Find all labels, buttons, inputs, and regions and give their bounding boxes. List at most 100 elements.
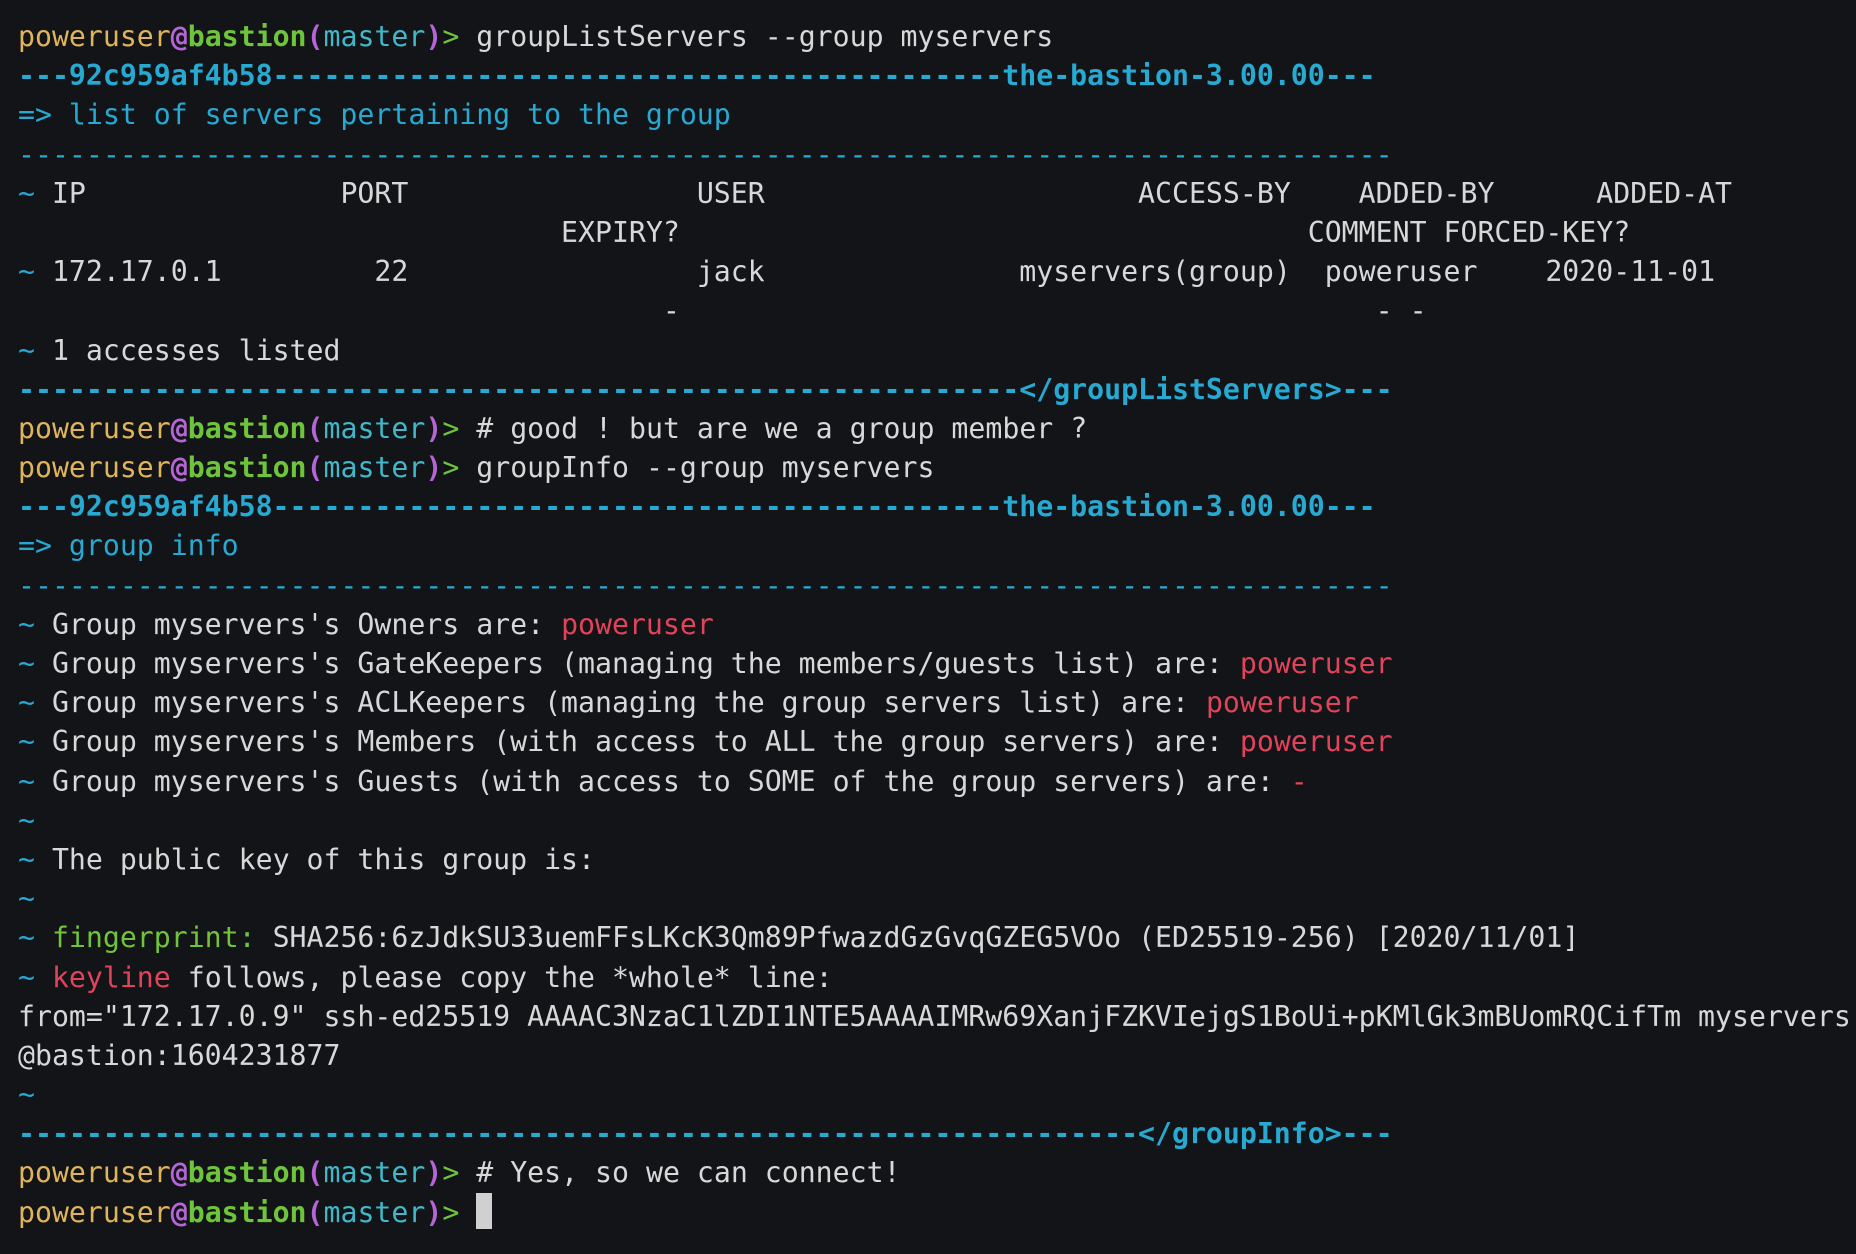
terminal-text: EXPIRY? COMMENT FORCED-KEY? (18, 215, 1631, 249)
terminal-line: - - - (18, 291, 1856, 330)
terminal-line: @bastion:1604231877 (18, 1036, 1856, 1075)
terminal-line: ~ Group myservers's ACLKeepers (managing… (18, 683, 1856, 722)
terminal-line: ----------------------------------------… (18, 135, 1856, 174)
terminal-text: master (323, 411, 426, 445)
terminal-text: bastion (187, 1156, 307, 1190)
terminal-text: bastion (187, 451, 307, 485)
terminal-text: @ (170, 1195, 188, 1229)
terminal-text: groupInfo --group myservers (476, 451, 935, 485)
terminal-text: Group myservers's ACLKeepers (managing t… (51, 686, 1206, 720)
terminal-line: ~ IP PORT USER ACCESS-BY ADDED-BY ADDED-… (18, 174, 1856, 213)
terminal-line: ----------------------------------------… (18, 1114, 1856, 1153)
terminal-text: ~ (18, 921, 52, 955)
terminal-text: ~ (18, 960, 52, 994)
terminal-text: poweruser (18, 411, 171, 445)
terminal-line: ~ keyline follows, please copy the *whol… (18, 958, 1856, 997)
terminal-line: => list of servers pertaining to the gro… (18, 95, 1856, 134)
terminal-text: ) (425, 20, 443, 53)
terminal-text: Group myservers's Owners are: (51, 607, 562, 641)
terminal-text: ----------------------------------------… (18, 372, 1393, 406)
terminal-text: > (442, 411, 477, 445)
terminal-line: ~ 172.17.0.1 22 jack myservers(group) po… (18, 252, 1856, 291)
terminal-text: groupListServers --group myservers (476, 20, 1054, 53)
terminal-text: master (323, 1195, 426, 1229)
terminal-text: ----------------------------------------… (18, 568, 1393, 602)
terminal-line: ----------------------------------------… (18, 370, 1856, 409)
terminal-line: ~ (18, 1075, 1856, 1114)
terminal-line: ~ 1 accesses listed (18, 331, 1856, 370)
terminal-text: ----------------------------------------… (18, 1117, 1393, 1151)
terminal-text: follows, please copy the *whole* line: (170, 960, 833, 994)
terminal-text: @bastion:1604231877 (18, 1038, 341, 1072)
terminal-text: ~ (18, 333, 52, 367)
terminal-line: ~ Group myservers's Guests (with access … (18, 762, 1856, 801)
terminal-text: ~ (18, 803, 35, 837)
terminal-text: Group myservers's GateKeepers (managing … (51, 647, 1240, 680)
terminal-text: > (442, 1156, 477, 1190)
terminal-text: => list of servers pertaining to the gro… (18, 98, 731, 132)
terminal-text: ~ (18, 176, 52, 210)
terminal-text: > (442, 451, 477, 485)
terminal-text: ( (306, 411, 324, 445)
terminal-text: @ (170, 411, 188, 445)
terminal-text: - - - (18, 294, 1427, 328)
terminal-line: poweruser@bastion(master)> groupListServ… (18, 17, 1856, 56)
terminal-text: ( (306, 451, 324, 485)
terminal-text: poweruser (1239, 725, 1393, 759)
terminal-text: ~ (18, 686, 52, 720)
terminal-text: master (323, 451, 426, 485)
text-cursor[interactable] (476, 1192, 493, 1229)
terminal-line: ~ (18, 801, 1856, 840)
terminal-window[interactable]: poweruser@bastion(master)> groupListServ… (0, 0, 1856, 1254)
terminal-text: ( (306, 1195, 324, 1229)
terminal-line: ~ (18, 879, 1856, 918)
terminal-text: => group info (18, 529, 239, 563)
terminal-text: > (442, 20, 477, 53)
terminal-text: ~ (18, 764, 52, 798)
terminal-text: # Yes, so we can connect! (476, 1156, 901, 1190)
terminal-line: poweruser@bastion(master)> # Yes, so we … (18, 1153, 1856, 1192)
terminal-text: master (323, 20, 426, 53)
terminal-line: ~ fingerprint: SHA256:6zJdkSU33uemFFsLKc… (18, 918, 1856, 957)
terminal-text: poweruser (18, 451, 171, 485)
terminal-text: ) (425, 1195, 443, 1229)
terminal-text: IP PORT USER ACCESS-BY ADDED-BY ADDED-AT (51, 176, 1733, 210)
terminal-text: ----------------------------------------… (18, 137, 1393, 171)
terminal-text: @ (170, 1156, 188, 1190)
terminal-text: poweruser (1239, 647, 1393, 680)
terminal-text: fingerprint: (51, 921, 256, 955)
terminal-line: ~ The public key of this group is: (18, 840, 1856, 879)
terminal-text: poweruser (18, 20, 171, 53)
terminal-line: ~ Group myservers's Owners are: poweruse… (18, 605, 1856, 644)
terminal-text: from="172.17.0.9" ssh-ed25519 AAAAC3NzaC… (18, 999, 1851, 1033)
terminal-text: SHA256:6zJdkSU33uemFFsLKcK3Qm89PfwazdGzG… (255, 921, 1580, 955)
terminal-line: ~ Group myservers's Members (with access… (18, 722, 1856, 761)
terminal-line: => group info (18, 526, 1856, 565)
terminal-text: 1 accesses listed (51, 333, 341, 367)
terminal-text: ~ (18, 647, 52, 680)
terminal-text: ( (306, 20, 324, 53)
terminal-text: ) (425, 1156, 443, 1190)
terminal-text: ~ (18, 255, 52, 289)
terminal-text: bastion (187, 1195, 307, 1229)
terminal-text: poweruser (18, 1195, 171, 1229)
terminal-text: ---92c959af4b58-------------------------… (18, 59, 1376, 93)
terminal-text: ~ (18, 882, 35, 916)
terminal-text: ) (425, 451, 443, 485)
terminal-text: Group myservers's Guests (with access to… (51, 764, 1291, 798)
terminal-text: ( (306, 1156, 324, 1190)
terminal-line: poweruser@bastion(master)> (18, 1192, 1856, 1232)
terminal-line: from="172.17.0.9" ssh-ed25519 AAAAC3NzaC… (18, 997, 1856, 1036)
terminal-line: ----------------------------------------… (18, 566, 1856, 605)
terminal-text: bastion (187, 411, 307, 445)
terminal-text: > (442, 1195, 477, 1229)
terminal-text: # good ! but are we a group member ? (476, 411, 1088, 445)
terminal-text: poweruser (561, 607, 714, 641)
terminal-text: 172.17.0.1 22 jack myservers(group) powe… (51, 255, 1716, 289)
terminal-text: ~ (18, 725, 52, 759)
terminal-line: poweruser@bastion(master)> groupInfo --g… (18, 448, 1856, 487)
terminal-text: @ (170, 451, 188, 485)
terminal-text: The public key of this group is: (51, 842, 596, 876)
terminal-text: bastion (187, 20, 307, 53)
terminal-line: poweruser@bastion(master)> # good ! but … (18, 409, 1856, 448)
